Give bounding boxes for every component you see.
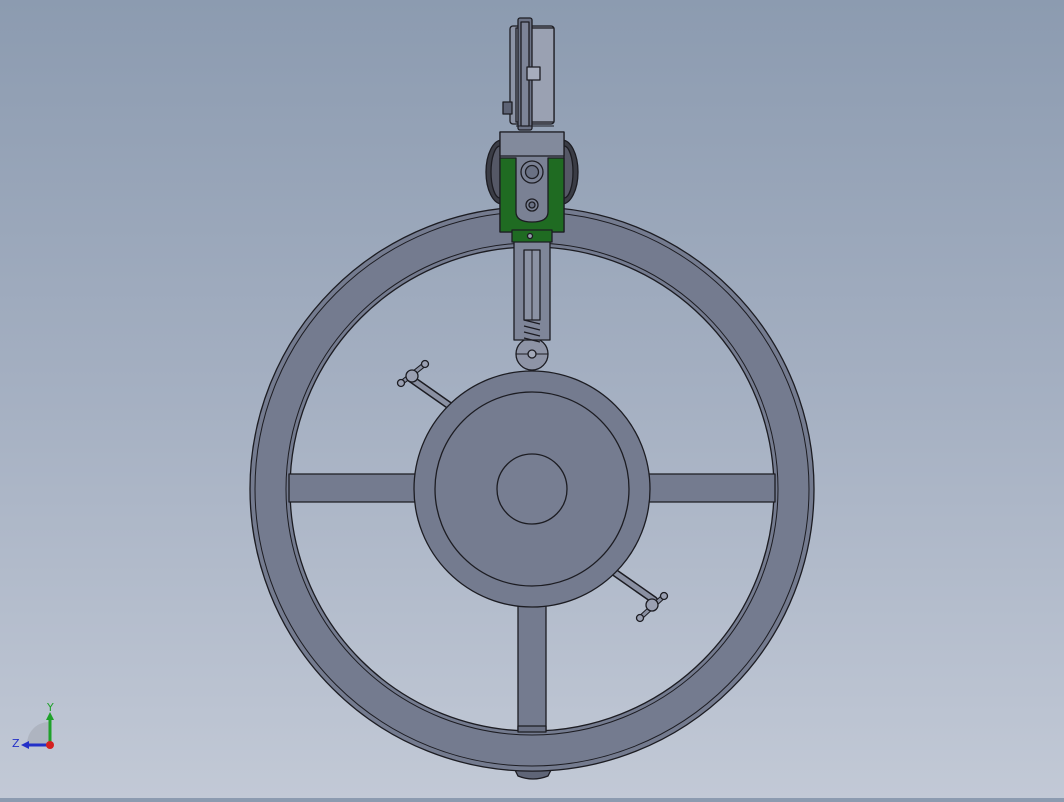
clamp-hole-small-inner: [528, 201, 536, 209]
cad-viewport[interactable]: Y Z: [0, 0, 1064, 798]
clamp-hole-large-inner: [524, 164, 540, 180]
triad-y-label: Y: [46, 701, 54, 714]
probe-stem: [513, 239, 551, 343]
dial-indicator[interactable]: [502, 17, 555, 131]
spoke-left: [288, 473, 418, 503]
probe-ball-tip: [515, 337, 549, 371]
collar-screw: [526, 232, 534, 240]
spoke-bottom: [517, 603, 547, 731]
triad-x-axis: [46, 741, 54, 749]
reference-triad: Y Z: [12, 701, 54, 750]
thumb-screw-upper-left[interactable]: [396, 359, 454, 410]
spoke-bottom-joint: [517, 725, 547, 733]
triad-z-label: Z: [12, 737, 20, 750]
hub-bore: [496, 453, 568, 525]
spoke-right: [646, 473, 776, 503]
thumb-screw-lower-right[interactable]: [610, 568, 669, 623]
clamp-top: [499, 131, 565, 157]
model-canvas[interactable]: Y Z: [0, 0, 1064, 798]
